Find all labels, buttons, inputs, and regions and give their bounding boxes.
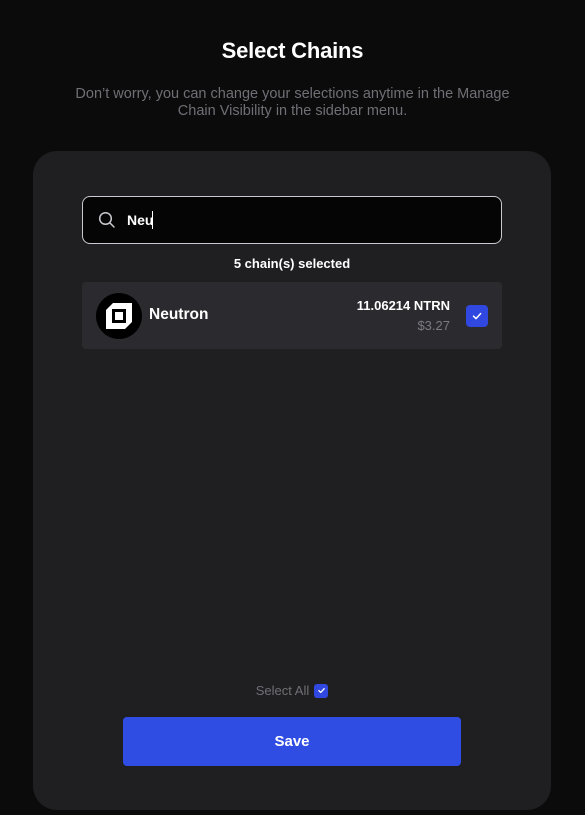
chain-row-neutron[interactable]: Neutron 11.06214 NTRN $3.27 xyxy=(82,282,502,349)
search-input[interactable] xyxy=(127,205,501,235)
select-all-label: Select All xyxy=(255,683,310,698)
chain-selection-card: 5 chain(s) selected Neutron 11.06214 NTR… xyxy=(33,151,551,810)
check-icon xyxy=(317,688,325,694)
text-caret xyxy=(152,211,153,229)
page-title: Select Chains xyxy=(221,38,364,63)
chain-name: Neutron xyxy=(149,306,209,323)
search-box[interactable] xyxy=(82,196,502,244)
select-chains-page: Select Chains Don’t worry, you can chang… xyxy=(0,0,585,815)
search-icon xyxy=(97,210,117,230)
select-all-toggle[interactable]: Select All xyxy=(33,683,551,698)
neutron-logo-icon xyxy=(96,293,142,339)
chain-checkbox[interactable] xyxy=(466,305,488,327)
check-icon xyxy=(472,312,482,320)
save-button[interactable]: Save xyxy=(123,717,461,766)
chain-usd-value: $3.27 xyxy=(417,318,450,333)
selected-count: 5 chain(s) selected xyxy=(233,256,351,271)
select-all-checkbox[interactable] xyxy=(314,683,329,698)
chain-balance: 11.06214 NTRN xyxy=(356,298,450,313)
page-subtitle: Don’t worry, you can change your selecti… xyxy=(75,86,510,119)
